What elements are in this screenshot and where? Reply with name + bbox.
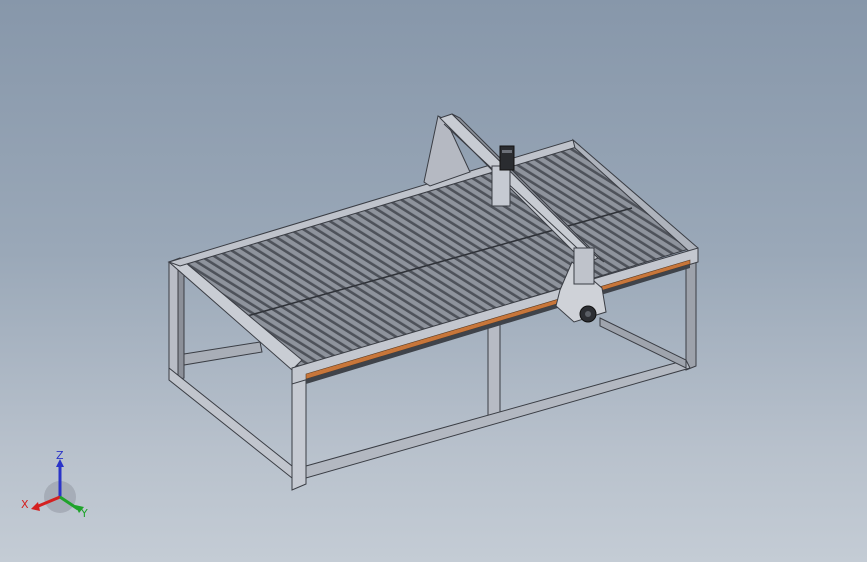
frame-leg-back-left (168, 261, 179, 381)
frame-rail-back-lower (183, 341, 263, 366)
graphics-viewport[interactable]: Z X Y (0, 0, 867, 562)
orientation-triad[interactable]: Z X Y (18, 445, 98, 525)
frame-leg-back-right (685, 253, 697, 371)
frame-rail-left-lower (168, 366, 293, 480)
cnc-table-model[interactable] (0, 0, 867, 562)
stepper-motor-z (499, 145, 515, 171)
z-axis-label: Z (56, 449, 64, 462)
x-axis-label: X (21, 498, 29, 511)
frame-leg-front-middle (487, 321, 501, 419)
z-carriage (491, 165, 511, 207)
y-axis-label: Y (80, 507, 88, 520)
